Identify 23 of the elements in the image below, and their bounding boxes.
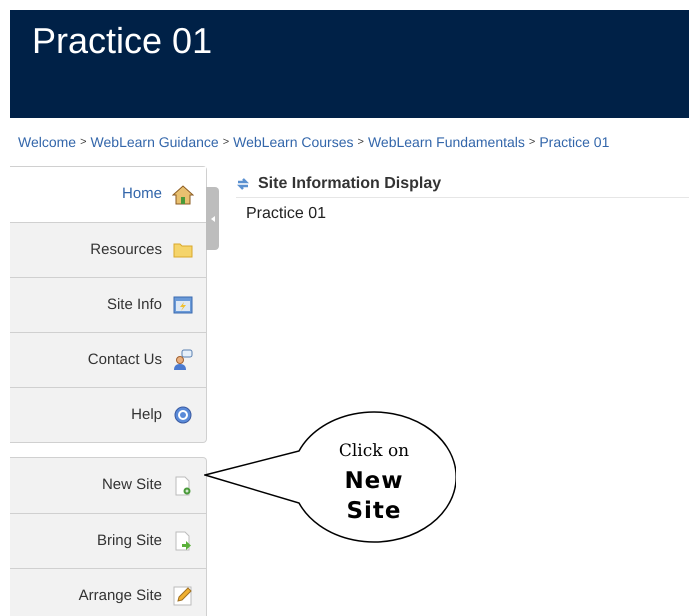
section-title: Site Information Display [258, 174, 442, 194]
breadcrumb-link[interactable]: Practice 01 [539, 132, 610, 153]
breadcrumb-separator: > [528, 135, 536, 150]
breadcrumb-separator: > [222, 135, 230, 150]
tool-menu-item[interactable]: Help [10, 387, 206, 442]
breadcrumb-link[interactable]: WebLearn Guidance [90, 132, 219, 153]
callout-text: New [344, 467, 404, 496]
tool-menu-item[interactable]: Arrange Site [10, 568, 206, 616]
callout-text: Click on [338, 440, 410, 463]
breadcrumb-link[interactable]: Welcome [18, 132, 76, 153]
breadcrumb-separator: > [80, 135, 87, 150]
site-title: Practice 01 [32, 19, 212, 63]
breadcrumb-separator: > [358, 135, 364, 150]
breadcrumb-link[interactable]: WebLearn Courses [233, 132, 354, 153]
callout-text: Site [346, 497, 402, 526]
tool-menu-item[interactable]: Resources [10, 222, 206, 277]
tool-menu-item[interactable]: Contact Us [10, 332, 206, 387]
tool-menu-item[interactable]: Home [10, 167, 206, 222]
tool-menu-item[interactable]: Bring Site [10, 513, 206, 568]
tool-menu-item[interactable]: New Site [10, 458, 206, 513]
site-info-text: Practice 01 [246, 204, 326, 224]
breadcrumb-link[interactable]: WebLearn Fundamentals [368, 132, 525, 153]
tool-menu-item[interactable]: Site Info [10, 277, 206, 332]
